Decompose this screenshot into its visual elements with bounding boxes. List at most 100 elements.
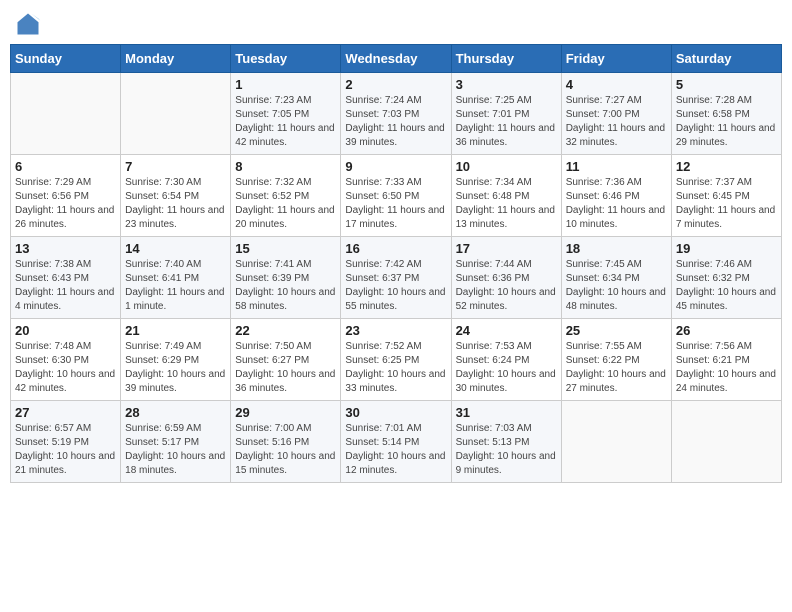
logo-icon [14,10,42,38]
calendar-cell: 18 Sunrise: 7:45 AM Sunset: 6:34 PM Dayli… [561,237,671,319]
day-number: 20 [15,323,116,338]
calendar-cell: 31 Sunrise: 7:03 AM Sunset: 5:13 PM Dayli… [451,401,561,483]
day-number: 11 [566,159,667,174]
day-info: Sunrise: 7:50 AM Sunset: 6:27 PM Dayligh… [235,340,336,396]
week-row-4: 20Sunrise: 7:48 AM Sunset: 6:30 PM Dayli… [11,319,782,401]
calendar-cell: 11 Sunrise: 7:36 AM Sunset: 6:46 PM Dayli… [561,155,671,237]
day-info: Sunrise: 7:40 AM Sunset: 6:41 PM Dayligh… [125,258,226,314]
day-number: 17 [456,241,557,256]
day-info: Sunrise: 7:25 AM Sunset: 7:01 PM Dayligh… [456,94,557,150]
calendar-cell: 19 Sunrise: 7:46 AM Sunset: 6:32 PM Dayli… [671,237,781,319]
day-info: Sunrise: 7:45 AM Sunset: 6:34 PM Dayligh… [566,258,667,314]
day-number: 19 [676,241,777,256]
calendar-cell: 28 Sunrise: 6:59 AM Sunset: 5:17 PM Dayli… [121,401,231,483]
day-number: 13 [15,241,116,256]
day-number: 31 [456,405,557,420]
week-row-5: 27Sunrise: 6:57 AM Sunset: 5:19 PM Dayli… [11,401,782,483]
day-number: 12 [676,159,777,174]
calendar-cell: 4Sunrise: 7:27 AM Sunset: 7:00 PM Daylig… [561,73,671,155]
day-number: 7 [125,159,226,174]
day-number: 18 [566,241,667,256]
day-number: 3 [456,77,557,92]
day-header-sunday: Sunday [11,45,121,73]
calendar-cell: 16 Sunrise: 7:42 AM Sunset: 6:37 PM Dayli… [341,237,451,319]
calendar-cell: 21 Sunrise: 7:49 AM Sunset: 6:29 PM Dayli… [121,319,231,401]
day-number: 8 [235,159,336,174]
day-info: Sunrise: 7:30 AM Sunset: 6:54 PM Dayligh… [125,176,226,232]
calendar-table: SundayMondayTuesdayWednesdayThursdayFrid… [10,44,782,483]
day-number: 30 [345,405,446,420]
day-info: Sunrise: 7:42 AM Sunset: 6:37 PM Dayligh… [345,258,446,314]
days-header-row: SundayMondayTuesdayWednesdayThursdayFrid… [11,45,782,73]
day-info: Sunrise: 7:46 AM Sunset: 6:32 PM Dayligh… [676,258,777,314]
day-header-monday: Monday [121,45,231,73]
day-info: Sunrise: 7:32 AM Sunset: 6:52 PM Dayligh… [235,176,336,232]
day-header-saturday: Saturday [671,45,781,73]
day-number: 28 [125,405,226,420]
day-info: Sunrise: 6:57 AM Sunset: 5:19 PM Dayligh… [15,422,116,478]
day-number: 2 [345,77,446,92]
calendar-cell: 7 Sunrise: 7:30 AM Sunset: 6:54 PM Daylig… [121,155,231,237]
calendar-cell: 23Sunrise: 7:52 AM Sunset: 6:25 PM Dayli… [341,319,451,401]
day-number: 1 [235,77,336,92]
calendar-cell: 30 Sunrise: 7:01 AM Sunset: 5:14 PM Dayli… [341,401,451,483]
day-info: Sunrise: 7:55 AM Sunset: 6:22 PM Dayligh… [566,340,667,396]
calendar-cell: 20Sunrise: 7:48 AM Sunset: 6:30 PM Dayli… [11,319,121,401]
calendar-cell: 22 Sunrise: 7:50 AM Sunset: 6:27 PM Dayli… [231,319,341,401]
day-info: Sunrise: 7:33 AM Sunset: 6:50 PM Dayligh… [345,176,446,232]
calendar-cell: 14 Sunrise: 7:40 AM Sunset: 6:41 PM Dayli… [121,237,231,319]
calendar-cell: 8 Sunrise: 7:32 AM Sunset: 6:52 PM Daylig… [231,155,341,237]
day-info: Sunrise: 7:36 AM Sunset: 6:46 PM Dayligh… [566,176,667,232]
day-number: 21 [125,323,226,338]
day-info: Sunrise: 7:41 AM Sunset: 6:39 PM Dayligh… [235,258,336,314]
day-info: Sunrise: 7:52 AM Sunset: 6:25 PM Dayligh… [345,340,446,396]
day-info: Sunrise: 7:44 AM Sunset: 6:36 PM Dayligh… [456,258,557,314]
calendar-cell: 26 Sunrise: 7:56 AM Sunset: 6:21 PM Dayli… [671,319,781,401]
day-number: 16 [345,241,446,256]
week-row-2: 6 Sunrise: 7:29 AM Sunset: 6:56 PM Daylig… [11,155,782,237]
day-header-wednesday: Wednesday [341,45,451,73]
day-info: Sunrise: 7:23 AM Sunset: 7:05 PM Dayligh… [235,94,336,150]
calendar-cell [561,401,671,483]
day-info: Sunrise: 7:49 AM Sunset: 6:29 PM Dayligh… [125,340,226,396]
week-row-3: 13 Sunrise: 7:38 AM Sunset: 6:43 PM Dayli… [11,237,782,319]
day-header-tuesday: Tuesday [231,45,341,73]
day-info: Sunrise: 7:29 AM Sunset: 6:56 PM Dayligh… [15,176,116,232]
day-number: 25 [566,323,667,338]
day-number: 26 [676,323,777,338]
calendar-cell: 15 Sunrise: 7:41 AM Sunset: 6:39 PM Dayli… [231,237,341,319]
day-info: Sunrise: 7:37 AM Sunset: 6:45 PM Dayligh… [676,176,777,232]
day-number: 9 [345,159,446,174]
calendar-cell: 1 Sunrise: 7:23 AM Sunset: 7:05 PM Daylig… [231,73,341,155]
day-info: Sunrise: 7:38 AM Sunset: 6:43 PM Dayligh… [15,258,116,314]
day-number: 6 [15,159,116,174]
day-number: 24 [456,323,557,338]
logo [14,10,46,38]
day-info: Sunrise: 7:28 AM Sunset: 6:58 PM Dayligh… [676,94,777,150]
calendar-cell: 2Sunrise: 7:24 AM Sunset: 7:03 PM Daylig… [341,73,451,155]
calendar-cell: 10Sunrise: 7:34 AM Sunset: 6:48 PM Dayli… [451,155,561,237]
day-info: Sunrise: 7:56 AM Sunset: 6:21 PM Dayligh… [676,340,777,396]
page-header [10,10,782,38]
day-number: 14 [125,241,226,256]
calendar-cell: 12 Sunrise: 7:37 AM Sunset: 6:45 PM Dayli… [671,155,781,237]
day-info: Sunrise: 6:59 AM Sunset: 5:17 PM Dayligh… [125,422,226,478]
calendar-cell [671,401,781,483]
calendar-cell: 17 Sunrise: 7:44 AM Sunset: 6:36 PM Dayli… [451,237,561,319]
day-number: 15 [235,241,336,256]
day-info: Sunrise: 7:01 AM Sunset: 5:14 PM Dayligh… [345,422,446,478]
calendar-cell [11,73,121,155]
day-header-friday: Friday [561,45,671,73]
day-info: Sunrise: 7:03 AM Sunset: 5:13 PM Dayligh… [456,422,557,478]
day-info: Sunrise: 7:53 AM Sunset: 6:24 PM Dayligh… [456,340,557,396]
calendar-cell: 13 Sunrise: 7:38 AM Sunset: 6:43 PM Dayli… [11,237,121,319]
day-number: 5 [676,77,777,92]
calendar-cell [121,73,231,155]
calendar-cell: 9 Sunrise: 7:33 AM Sunset: 6:50 PM Daylig… [341,155,451,237]
calendar-cell: 29Sunrise: 7:00 AM Sunset: 5:16 PM Dayli… [231,401,341,483]
day-header-thursday: Thursday [451,45,561,73]
calendar-cell: 27Sunrise: 6:57 AM Sunset: 5:19 PM Dayli… [11,401,121,483]
calendar-cell: 3 Sunrise: 7:25 AM Sunset: 7:01 PM Daylig… [451,73,561,155]
calendar-cell: 25 Sunrise: 7:55 AM Sunset: 6:22 PM Dayli… [561,319,671,401]
day-number: 22 [235,323,336,338]
